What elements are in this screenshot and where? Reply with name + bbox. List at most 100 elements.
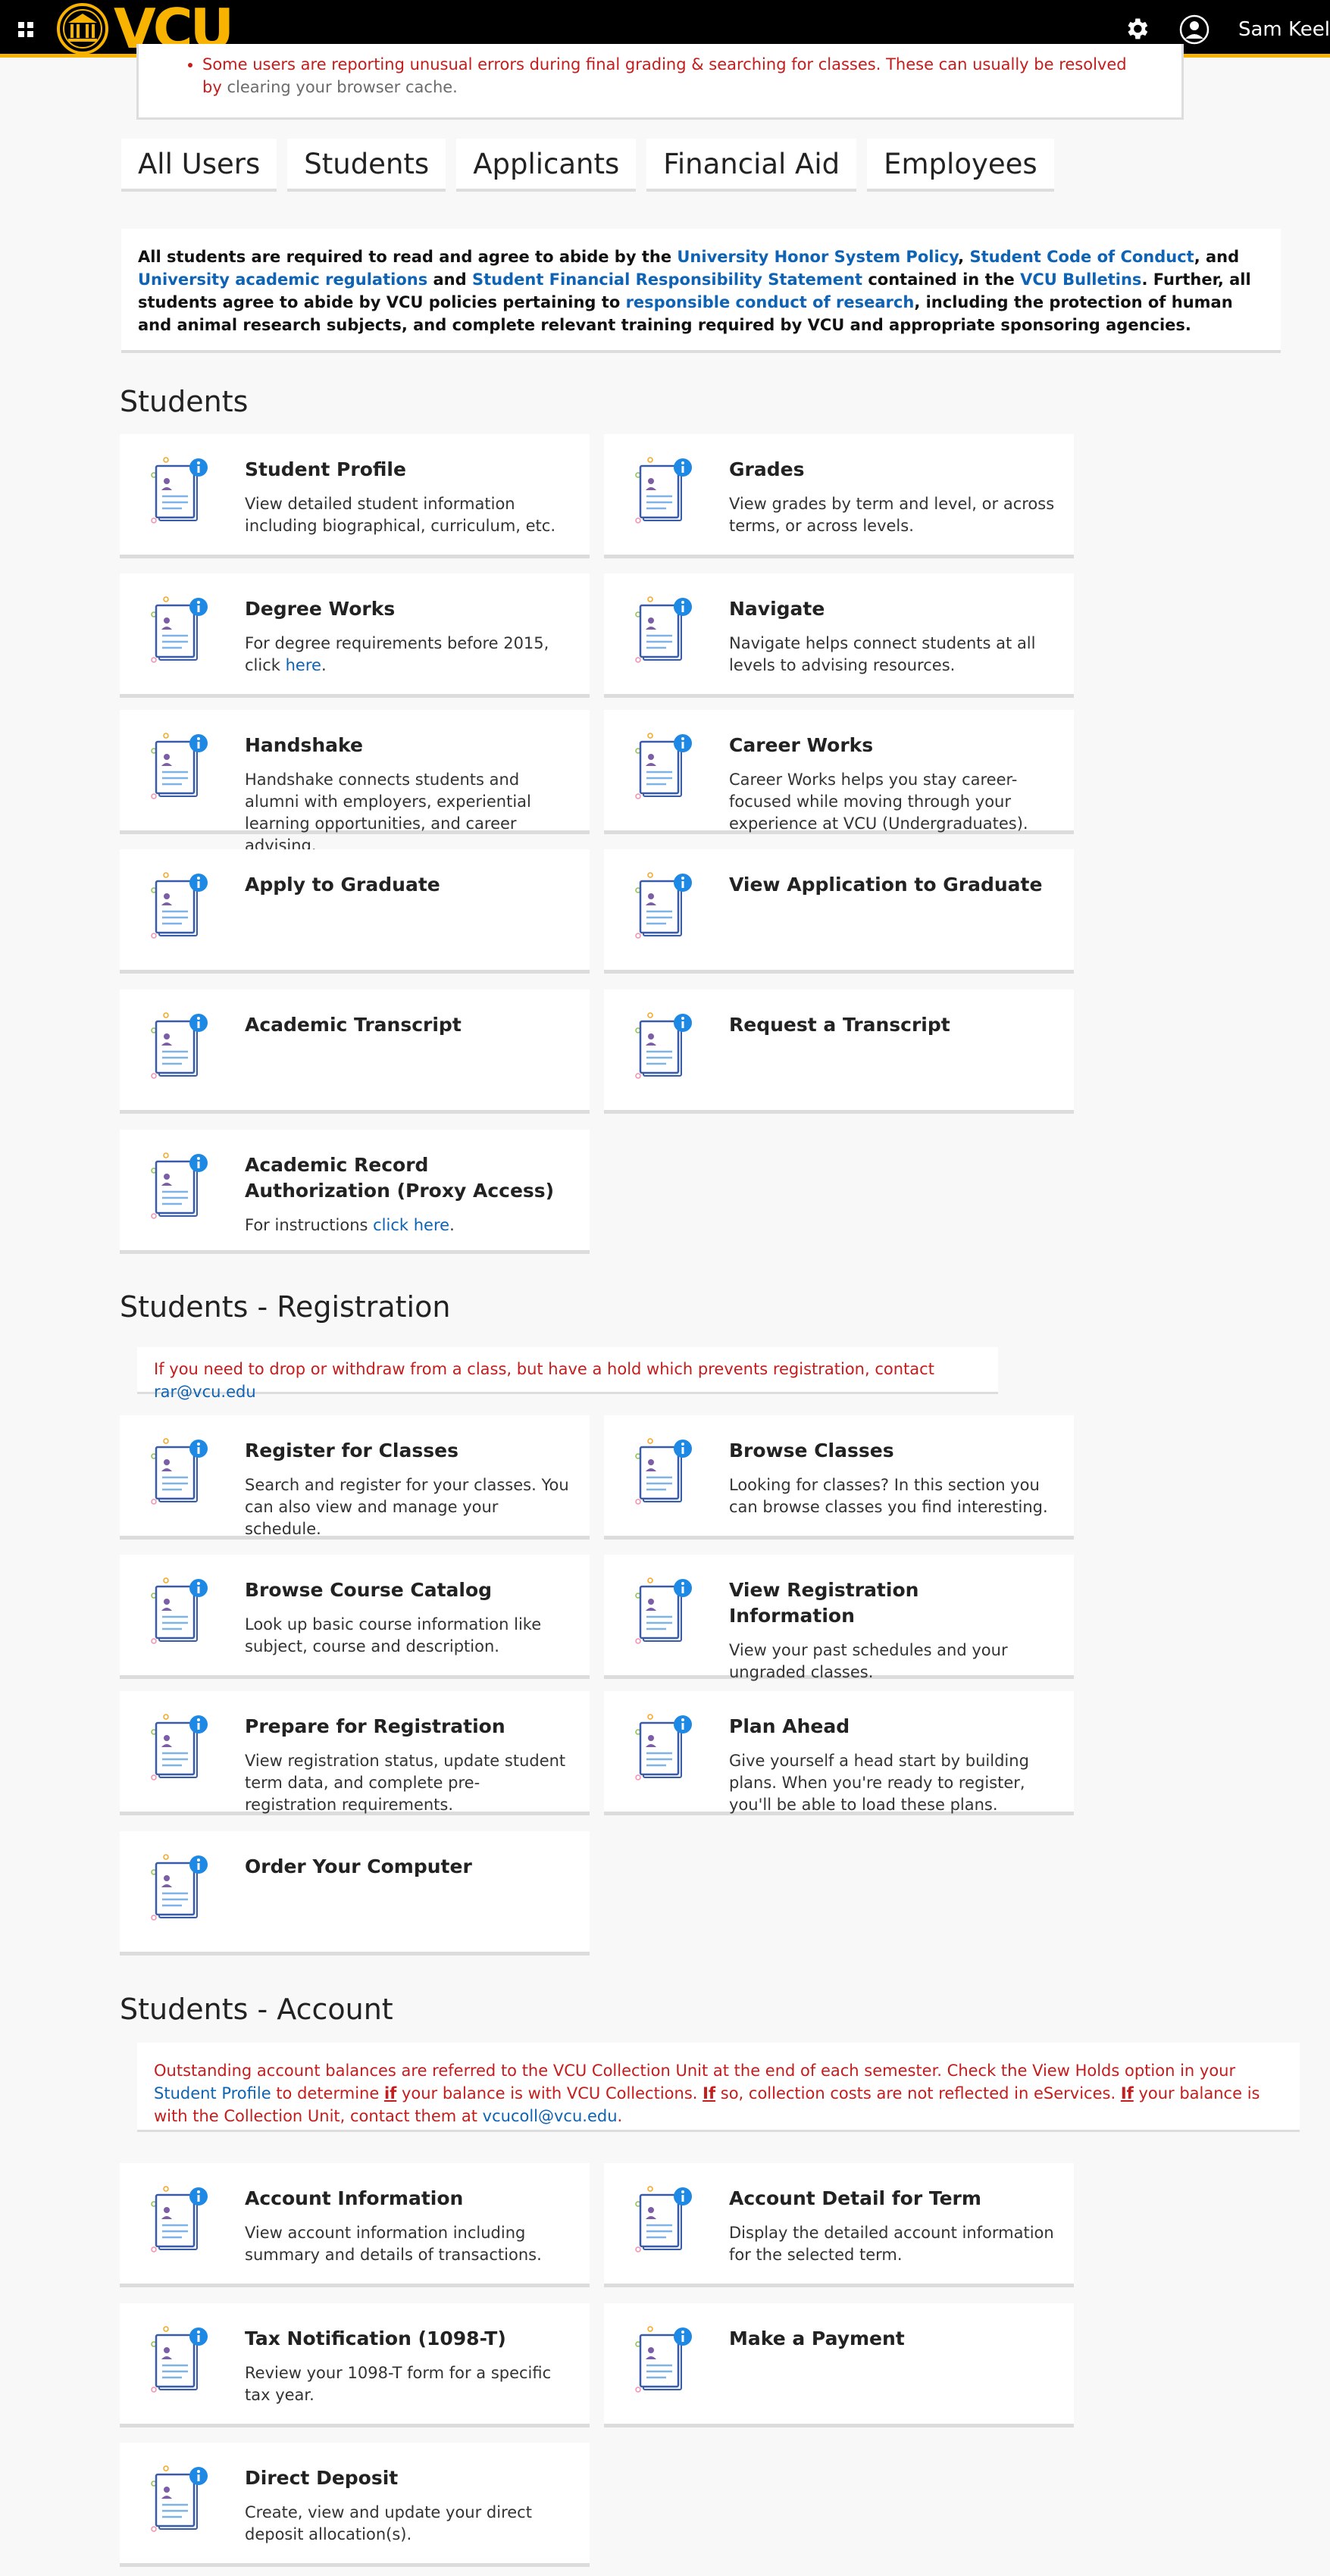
- card-description: For instructions click here.: [245, 1216, 455, 1234]
- card-title: Register for Classes: [245, 1440, 458, 1462]
- document-info-icon: [151, 1152, 208, 1219]
- account-notice: Outstanding account balances are referre…: [137, 2043, 1300, 2132]
- card-description: Display the detailed account information…: [729, 2224, 1054, 2264]
- card-student-profile[interactable]: Student Profile View detailed student inf…: [120, 434, 590, 558]
- card-description: For degree requirements before 2015, cli…: [245, 634, 549, 674]
- section-title-account: Students - Account: [120, 1993, 393, 2026]
- honor-policy-link[interactable]: University Honor System Policy: [677, 248, 958, 266]
- user-avatar-icon[interactable]: [1179, 14, 1210, 45]
- card-title: Apply to Graduate: [245, 874, 440, 896]
- document-info-icon: [635, 1577, 692, 1644]
- collections-email-link[interactable]: vcucoll@vcu.edu: [483, 2107, 618, 2125]
- card-career-works[interactable]: Career Works Career Works helps you stay …: [604, 710, 1074, 834]
- system-alert: Some users are reporting unusual errors …: [136, 44, 1184, 120]
- card-grades[interactable]: Grades View grades by term and level, or …: [604, 434, 1074, 558]
- document-info-icon: [151, 733, 208, 799]
- card-title: Browse Classes: [729, 1440, 894, 1462]
- document-info-icon: [635, 2326, 692, 2393]
- document-info-icon: [151, 1714, 208, 1780]
- card-description: Review your 1098-T form for a specific t…: [245, 2364, 552, 2404]
- academic-regulations-link[interactable]: University academic regulations: [138, 270, 427, 289]
- card-degree-works[interactable]: Degree Works For degree requirements befo…: [120, 574, 590, 698]
- card-description: View detailed student information includ…: [245, 495, 556, 535]
- financial-responsibility-link[interactable]: Student Financial Responsibility Stateme…: [472, 270, 862, 289]
- rar-email-link[interactable]: rar@vcu.edu: [154, 1383, 256, 1401]
- card-apply-to-graduate[interactable]: Apply to Graduate: [120, 849, 590, 974]
- card-prepare-for-registration[interactable]: Prepare for Registration View registratio…: [120, 1691, 590, 1815]
- card-academic-transcript[interactable]: Academic Transcript: [120, 989, 590, 1114]
- role-tabs: All Users Students Applicants Financial …: [121, 139, 1054, 192]
- card-register-for-classes[interactable]: Register for Classes Search and register …: [120, 1415, 590, 1540]
- document-info-icon: [151, 2186, 208, 2252]
- card-browse-course-catalog[interactable]: Browse Course Catalog Look up basic cours…: [120, 1555, 590, 1679]
- card-description: Career Works helps you stay career-focus…: [729, 771, 1028, 833]
- document-info-icon: [151, 1438, 208, 1505]
- document-info-icon: [151, 2326, 208, 2393]
- card-browse-classes[interactable]: Browse Classes Looking for classes? In th…: [604, 1415, 1074, 1540]
- card-title: Navigate: [729, 598, 825, 620]
- user-name[interactable]: Sam Keeler: [1238, 18, 1330, 41]
- vcu-seal-icon: [57, 3, 108, 55]
- tab-financial-aid[interactable]: Financial Aid: [646, 139, 857, 192]
- card-title: Account Information: [245, 2187, 464, 2209]
- card-title: Career Works: [729, 734, 874, 756]
- policy-notice: All students are required to read and ag…: [121, 229, 1281, 353]
- document-info-icon: [635, 596, 692, 663]
- tab-students[interactable]: Students: [287, 139, 446, 192]
- document-info-icon: [635, 1438, 692, 1505]
- vcu-bulletins-link[interactable]: VCU Bulletins: [1020, 270, 1141, 289]
- card-title: Make a Payment: [729, 2327, 905, 2349]
- card-academic-record-authorization-proxy-access[interactable]: Academic Record Authorization (Proxy Acc…: [120, 1130, 590, 1254]
- app-grid-icon[interactable]: [17, 20, 35, 39]
- card-account-detail-for-term[interactable]: Account Detail for Term Display the detai…: [604, 2163, 1074, 2287]
- research-conduct-link[interactable]: responsible conduct of research: [626, 293, 915, 311]
- card-title: Order Your Computer: [245, 1855, 472, 1877]
- card-handshake[interactable]: Handshake Handshake connects students and…: [120, 710, 590, 855]
- document-info-icon: [635, 1714, 692, 1780]
- document-info-icon: [635, 1012, 692, 1079]
- card-plan-ahead[interactable]: Plan Ahead Give yourself a head start by …: [604, 1691, 1074, 1815]
- tab-applicants[interactable]: Applicants: [456, 139, 637, 192]
- card-view-application-to-graduate[interactable]: View Application to Graduate: [604, 849, 1074, 974]
- card-description: Navigate helps connect students at all l…: [729, 634, 1036, 674]
- card-direct-deposit[interactable]: Direct Deposit Create, view and update yo…: [120, 2443, 590, 2567]
- section-title-students: Students: [120, 385, 249, 418]
- card-tax-notification-1098-t[interactable]: Tax Notification (1098-T) Review your 109…: [120, 2303, 590, 2428]
- document-info-icon: [151, 872, 208, 939]
- card-description: View account information including summa…: [245, 2224, 542, 2264]
- card-link[interactable]: here: [286, 656, 321, 674]
- card-title: Prepare for Registration: [245, 1715, 505, 1737]
- card-request-a-transcript[interactable]: Request a Transcript: [604, 989, 1074, 1114]
- student-profile-link[interactable]: Student Profile: [154, 2084, 271, 2102]
- card-view-registration-information[interactable]: View Registration Information View your p…: [604, 1555, 1074, 1681]
- document-info-icon: [635, 872, 692, 939]
- alert-item: Some users are reporting unusual errors …: [202, 53, 1150, 98]
- card-description: Search and register for your classes. Yo…: [245, 1476, 569, 1538]
- card-title: View Application to Graduate: [729, 874, 1043, 896]
- card-title: Degree Works: [245, 598, 396, 620]
- tab-all-users[interactable]: All Users: [121, 139, 277, 192]
- clear-cache-link[interactable]: clearing your browser cache.: [227, 78, 457, 96]
- card-title: Browse Course Catalog: [245, 1579, 493, 1601]
- section-title-registration: Students - Registration: [120, 1290, 451, 1324]
- card-link[interactable]: click here: [373, 1216, 449, 1234]
- card-description: Give yourself a head start by building p…: [729, 1752, 1029, 1814]
- document-info-icon: [635, 733, 692, 799]
- code-of-conduct-link[interactable]: Student Code of Conduct: [969, 248, 1194, 266]
- document-info-icon: [151, 1854, 208, 1921]
- registration-notice: If you need to drop or withdraw from a c…: [137, 1347, 998, 1401]
- card-title: Direct Deposit: [245, 2467, 399, 2489]
- card-make-a-payment[interactable]: Make a Payment: [604, 2303, 1074, 2428]
- document-info-icon: [151, 596, 208, 663]
- tab-employees[interactable]: Employees: [867, 139, 1054, 192]
- card-account-information[interactable]: Account Information View account informat…: [120, 2163, 590, 2287]
- gear-icon[interactable]: [1123, 15, 1150, 42]
- document-info-icon: [151, 457, 208, 524]
- card-description: View registration status, update student…: [245, 1752, 566, 1814]
- card-order-your-computer[interactable]: Order Your Computer: [120, 1831, 590, 1955]
- card-title: Academic Record Authorization (Proxy Acc…: [245, 1154, 555, 1202]
- card-description: Create, view and update your direct depo…: [245, 2503, 532, 2543]
- card-navigate[interactable]: Navigate Navigate helps connect students …: [604, 574, 1074, 698]
- card-title: View Registration Information: [729, 1579, 919, 1627]
- document-info-icon: [635, 457, 692, 524]
